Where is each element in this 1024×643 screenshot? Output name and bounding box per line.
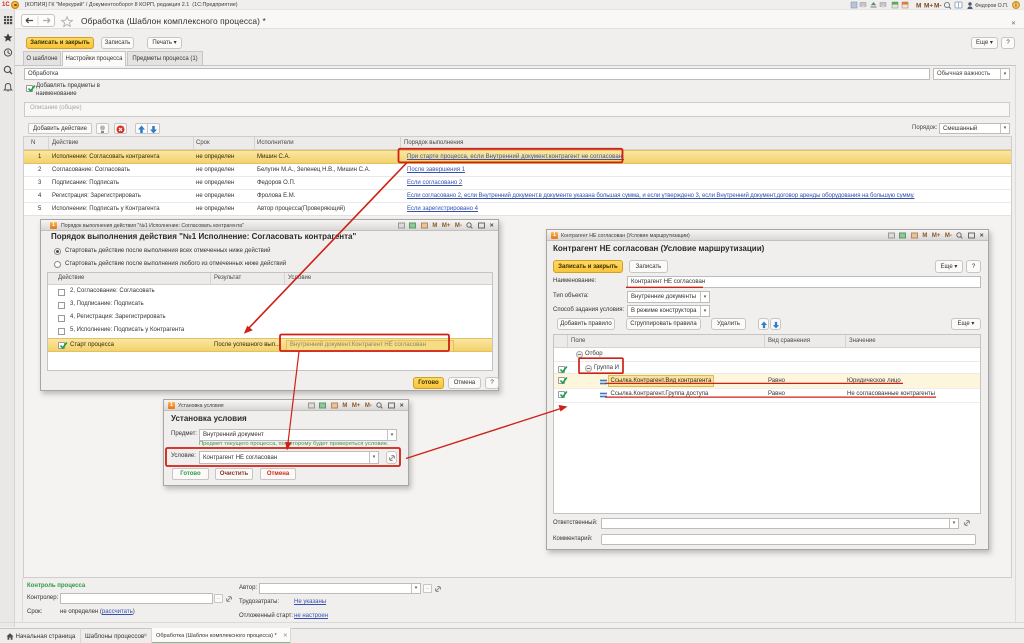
svg-text:M+: M+ — [924, 3, 933, 10]
svg-text:M: M — [916, 3, 921, 10]
svg-text:M-: M- — [934, 3, 942, 10]
